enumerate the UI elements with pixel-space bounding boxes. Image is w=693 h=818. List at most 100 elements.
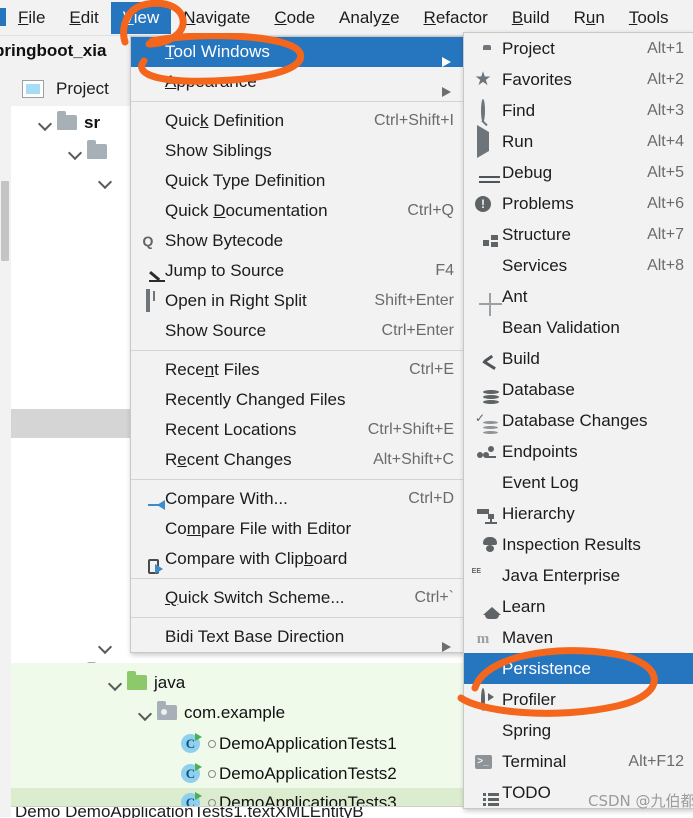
tree-row[interactable] xyxy=(97,166,117,195)
menu-item-icon-slot: ! xyxy=(464,195,502,212)
view-menu-item-recently-changed-files[interactable]: Recently Changed Files xyxy=(131,385,464,415)
view-menu-item-compare-with-clipboard[interactable]: Compare with Clipboard xyxy=(131,544,464,574)
tool-window-item-inspection-results[interactable]: Inspection Results xyxy=(464,529,693,560)
tool-window-item-project[interactable]: Project Alt+1 xyxy=(464,33,693,64)
menu-separator xyxy=(131,479,464,480)
bytecode-icon: Q xyxy=(142,233,154,249)
view-menu-item-recent-changes[interactable]: Recent Changes Alt+Shift+C xyxy=(131,445,464,475)
chevron-down-icon[interactable] xyxy=(67,143,85,161)
view-menu-item-open-in-right-split[interactable]: Open in Right Split Shift+Enter xyxy=(131,286,464,316)
menu-item-label: Bidi Text Base Direction xyxy=(165,627,345,646)
java-class-icon: C xyxy=(181,763,202,783)
menubar-item-file[interactable]: File xyxy=(6,2,57,34)
profiler-icon xyxy=(481,687,485,711)
view-menu-item-show-siblings[interactable]: Show Siblings xyxy=(131,136,464,166)
menu-item-label: Tool Windows xyxy=(165,42,270,61)
menu-item-shortcut: Ctrl+Shift+E xyxy=(367,421,454,438)
tree-item-label: java xyxy=(154,672,186,692)
tree-item-label: com.example xyxy=(184,702,286,722)
tool-window-item-learn[interactable]: Learn xyxy=(464,591,693,622)
view-menu-item-compare-with[interactable]: Compare With... Ctrl+D xyxy=(131,484,464,514)
chevron-down-icon[interactable] xyxy=(107,674,125,692)
view-menu-item-recent-locations[interactable]: Recent Locations Ctrl+Shift+E xyxy=(131,415,464,445)
tool-window-item-java-enterprise[interactable]: Java Enterprise xyxy=(464,560,693,591)
menubar-item-code[interactable]: Code xyxy=(262,2,327,34)
menu-item-icon-slot xyxy=(464,687,502,711)
tree-row[interactable]: C DemoApplicationTests2 xyxy=(181,759,397,788)
menu-item-label: Terminal xyxy=(502,751,567,771)
tool-window-item-problems[interactable]: ! Problems Alt+6 xyxy=(464,188,693,219)
view-menu-item-show-bytecode[interactable]: Q Show Bytecode xyxy=(131,226,464,256)
tool-window-item-favorites[interactable]: ★ Favorites Alt+2 xyxy=(464,64,693,95)
view-menu-item-appearance[interactable]: Appearance xyxy=(131,67,464,97)
maven-icon: m xyxy=(476,630,490,647)
chevron-down-icon[interactable] xyxy=(97,172,115,190)
menu-item-label: Bean Validation xyxy=(502,317,620,337)
tool-window-item-debug[interactable]: Debug Alt+5 xyxy=(464,157,693,188)
tool-window-item-structure[interactable]: Structure Alt+7 xyxy=(464,219,693,250)
tool-window-item-ant[interactable]: Ant xyxy=(464,281,693,312)
menubar-item-run[interactable]: Run xyxy=(562,2,617,34)
tree-row[interactable]: com.example xyxy=(137,698,286,727)
menubar-item-view[interactable]: View xyxy=(110,1,172,34)
tool-window-item-endpoints[interactable]: Endpoints xyxy=(464,436,693,467)
tool-window-item-services[interactable]: Services Alt+8 xyxy=(464,250,693,281)
tool-window-item-database-changes[interactable]: Database Changes xyxy=(464,405,693,436)
tool-window-item-find[interactable]: Find Alt+3 xyxy=(464,95,693,126)
view-menu-item-compare-file-with-editor[interactable]: Compare File with Editor xyxy=(131,514,464,544)
tool-window-item-build[interactable]: Build xyxy=(464,343,693,374)
view-menu-item-quick-switch-scheme[interactable]: Quick Switch Scheme... Ctrl+` xyxy=(131,583,464,613)
menu-item-icon-slot: >_ xyxy=(464,754,502,769)
view-menu-item-bidi-text-base-direction[interactable]: Bidi Text Base Direction xyxy=(131,622,464,652)
menubar-item-tools[interactable]: Tools xyxy=(617,2,681,34)
menubar-item-build[interactable]: Build xyxy=(500,2,562,34)
menu-item-label: Recently Changed Files xyxy=(165,390,346,409)
menu-item-icon-slot xyxy=(131,289,165,312)
view-menu-item-quick-documentation[interactable]: Quick Documentation Ctrl+Q xyxy=(131,196,464,226)
menu-item-label: Problems xyxy=(502,193,574,213)
tool-window-item-hierarchy[interactable]: Hierarchy xyxy=(464,498,693,529)
tool-window-item-event-log[interactable]: Event Log xyxy=(464,467,693,498)
package-icon xyxy=(157,701,177,720)
view-menu-dropdown[interactable]: Tool Windows Appearance Quick Definition Ct… xyxy=(130,36,465,653)
tool-window-item-persistence[interactable]: Persistence xyxy=(464,653,693,684)
java-class-icon: C xyxy=(181,733,202,753)
view-menu-item-jump-to-source[interactable]: Jump to Source F4 xyxy=(131,256,464,286)
menu-item-shortcut: Alt+4 xyxy=(647,132,684,150)
scrollbar-thumb[interactable] xyxy=(1,181,9,261)
chevron-down-icon[interactable] xyxy=(37,114,55,132)
menu-item-label: Jump to Source xyxy=(165,261,285,280)
menu-item-label: Profiler xyxy=(502,689,556,709)
tree-row[interactable] xyxy=(67,137,114,166)
tool-window-item-spring[interactable]: Spring xyxy=(464,715,693,746)
tree-row[interactable] xyxy=(97,631,117,660)
project-status-text: Demo DemoApplicationTests1.textXMLEntity… xyxy=(15,806,364,818)
tool-window-item-maven[interactable]: m Maven xyxy=(464,622,693,653)
menubar-item-navigate[interactable]: Navigate xyxy=(171,2,262,34)
tool-window-item-terminal[interactable]: >_ Terminal Alt+F12 xyxy=(464,746,693,777)
menubar-item-refactor[interactable]: Refactor xyxy=(412,2,500,34)
view-menu-item-recent-files[interactable]: Recent Files Ctrl+E xyxy=(131,355,464,385)
view-menu-item-quick-type-definition[interactable]: Quick Type Definition xyxy=(131,166,464,196)
tree-row[interactable]: java xyxy=(107,668,186,697)
menu-item-shortcut: Alt+2 xyxy=(647,70,684,88)
tool-window-item-run[interactable]: Run Alt+4 xyxy=(464,124,693,158)
view-menu-item-quick-definition[interactable]: Quick Definition Ctrl+Shift+I xyxy=(131,106,464,136)
menu-item-label: Recent Files xyxy=(165,360,260,379)
chevron-down-icon[interactable] xyxy=(137,704,155,722)
chevron-down-icon[interactable] xyxy=(97,637,115,655)
menubar-item-analyze[interactable]: Analyze xyxy=(327,2,412,34)
tool-windows-submenu[interactable]: Project Alt+1 ★ Favorites Alt+2 Find Alt+3 Run A… xyxy=(463,32,693,809)
tool-window-item-bean-validation[interactable]: Bean Validation xyxy=(464,312,693,343)
menu-item-label: Event Log xyxy=(502,472,579,492)
view-menu-item-tool-windows[interactable]: Tool Windows xyxy=(131,37,464,67)
tree-row[interactable]: sr xyxy=(37,108,100,137)
tool-window-item-database[interactable]: Database xyxy=(464,374,693,405)
menubar-item-edit[interactable]: Edit xyxy=(57,2,110,34)
menu-bar-items: File Edit View Navigate Code Analyze Refactor B… xyxy=(6,0,681,35)
menu-item-shortcut: Ctrl+Enter xyxy=(381,322,454,339)
tree-row[interactable]: C DemoApplicationTests1 xyxy=(181,729,397,758)
tool-window-item-profiler[interactable]: Profiler xyxy=(464,684,693,715)
split-icon xyxy=(146,289,150,312)
view-menu-item-show-source[interactable]: Show Source Ctrl+Enter xyxy=(131,316,464,346)
